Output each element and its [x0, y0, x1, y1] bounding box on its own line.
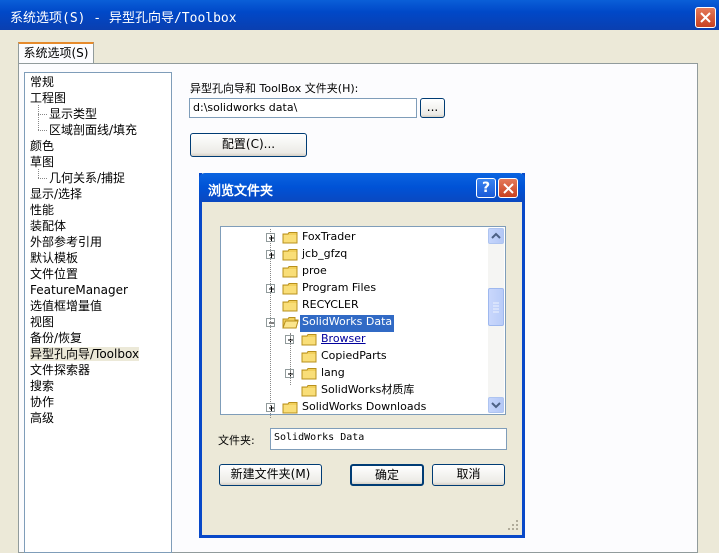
folder-icon [282, 401, 299, 414]
nav-item[interactable]: 草图 [30, 155, 54, 169]
configure-button[interactable]: 配置(C)... [190, 133, 307, 157]
nav-item[interactable]: 显示/选择 [30, 187, 82, 201]
tree-connector [270, 229, 271, 418]
toolbox-folder-input[interactable]: d:\solidworks data\ [189, 98, 417, 118]
folder-tree-item[interactable]: proe [300, 264, 329, 281]
folder-tree-item[interactable]: RECYCLER [300, 298, 361, 315]
folder-tree-item[interactable]: SolidWorks材质库 [319, 383, 416, 400]
nav-item[interactable]: 性能 [30, 203, 54, 217]
folder-icon [282, 265, 299, 278]
toolbox-folder-label: 异型孔向导和 ToolBox 文件夹(H): [190, 82, 359, 95]
tab-label: 系统选项(S) [23, 46, 89, 60]
nav-item[interactable]: 高级 [30, 411, 54, 425]
grip-icon [493, 302, 499, 313]
nav-item[interactable]: 搜索 [30, 379, 54, 393]
chevron-down-icon [491, 402, 501, 409]
tree-connector [38, 130, 47, 131]
tab-system-options[interactable]: 系统选项(S) [18, 42, 94, 64]
folder-tree-item[interactable]: SolidWorks Data [300, 315, 395, 332]
folder-tree-item[interactable]: CopiedParts [319, 349, 389, 366]
help-button[interactable]: ? [476, 178, 496, 198]
nav-item[interactable]: 选值框增量值 [30, 299, 102, 313]
folder-icon [301, 384, 318, 397]
scroll-thumb[interactable] [488, 288, 504, 326]
nav-item[interactable]: FeatureManager [30, 283, 128, 297]
scroll-up-button[interactable] [488, 228, 504, 244]
nav-item[interactable]: 视图 [30, 315, 54, 329]
nav-item[interactable]: 默认模板 [30, 251, 78, 265]
nav-item[interactable]: 协作 [30, 395, 54, 409]
folder-icon [301, 333, 318, 346]
nav-item[interactable]: 常规 [30, 75, 54, 89]
nav-item[interactable]: 显示类型 [49, 107, 97, 121]
folder-icon [301, 367, 318, 380]
folder-icon [282, 282, 299, 295]
close-icon [700, 12, 711, 23]
nav-item[interactable]: 几何关系/捕捉 [49, 171, 125, 185]
dialog-close-button[interactable] [498, 178, 518, 198]
cancel-button[interactable]: 取消 [432, 464, 505, 486]
folder-field-label: 文件夹: [218, 434, 255, 447]
nav-item[interactable]: 工程图 [30, 91, 66, 105]
help-icon: ? [481, 180, 491, 196]
nav-item[interactable]: 区域剖面线/填充 [49, 123, 137, 137]
tree-connector [38, 178, 47, 179]
tree-connector [290, 333, 291, 385]
close-icon [503, 183, 514, 194]
nav-item[interactable]: 外部参考引用 [30, 235, 102, 249]
folder-icon [301, 350, 318, 363]
tree-connector [38, 169, 39, 178]
folder-icon [282, 299, 299, 312]
chevron-up-icon [491, 232, 501, 239]
nav-item[interactable]: 装配体 [30, 219, 66, 233]
ok-button[interactable]: 确定 [350, 464, 424, 486]
tree-connector [38, 114, 47, 115]
close-button[interactable] [695, 7, 716, 28]
folder-icon [282, 248, 299, 261]
nav-item[interactable]: 文件位置 [30, 267, 78, 281]
folder-icon [282, 231, 299, 244]
nav-item[interactable]: 备份/恢复 [30, 331, 82, 345]
folder-tree-item[interactable]: FoxTrader [300, 230, 357, 247]
window-title: 系统选项(S) - 异型孔向导/Toolbox [10, 11, 237, 26]
tree-connector [38, 105, 39, 130]
folder-tree-item[interactable]: SolidWorks Downloads [300, 400, 428, 417]
nav-item[interactable]: 文件探索器 [30, 363, 90, 377]
folder-tree-item[interactable]: Browser [319, 332, 368, 349]
new-folder-button[interactable]: 新建文件夹(M) [219, 464, 322, 486]
browse-button[interactable]: ... [420, 98, 445, 118]
nav-item[interactable]: 颜色 [30, 139, 54, 153]
scroll-down-button[interactable] [488, 397, 504, 413]
folder-tree-item[interactable]: Program Files [300, 281, 378, 298]
nav-item[interactable]: 异型孔向导/Toolbox [30, 347, 140, 361]
folder-field-input[interactable]: SolidWorks Data [270, 428, 507, 450]
folder-tree-item[interactable]: jcb_gfzq [300, 247, 349, 264]
dialog-title: 浏览文件夹 [208, 184, 274, 199]
folder-tree-item[interactable]: lang [319, 366, 347, 383]
folder-icon [282, 316, 299, 329]
